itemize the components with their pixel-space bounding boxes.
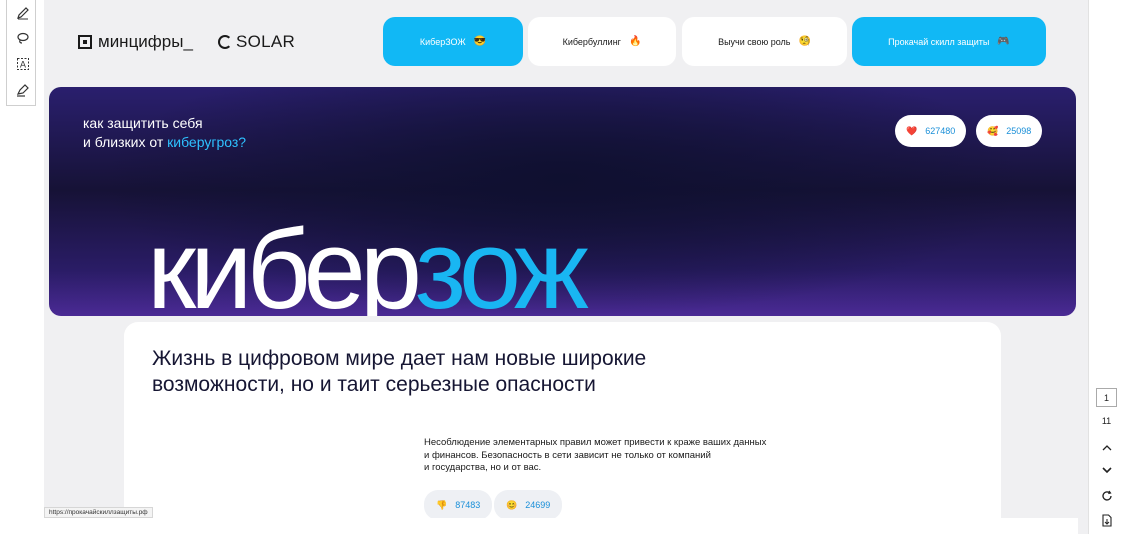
chevron-up-icon[interactable]: [1096, 440, 1117, 456]
nav-learn-role[interactable]: Выучи свою роль 🧐: [682, 17, 847, 66]
current-page-input[interactable]: 1: [1096, 388, 1117, 407]
content-title: Жизнь в цифровом мире дает нам новые шир…: [152, 347, 647, 396]
nav-kiberbulling[interactable]: Кибербуллинг 🔥: [528, 17, 676, 66]
nav-kiberzozh[interactable]: КиберЗОЖ 😎: [383, 17, 523, 66]
annotation-toolbar: A: [0, 0, 38, 534]
nav-label: КиберЗОЖ: [419, 36, 466, 47]
lasso-icon[interactable]: [14, 29, 32, 47]
refresh-icon[interactable]: [1096, 488, 1117, 504]
pen-icon[interactable]: [14, 4, 32, 22]
bottom-margin: [44, 518, 1078, 534]
nav-pump-skill[interactable]: Прокачай скилл защиты 🎮: [852, 17, 1046, 66]
dislike-count: 87483: [455, 500, 481, 510]
highlighter-icon[interactable]: [14, 81, 32, 99]
total-pages: 11: [1101, 416, 1112, 426]
cool-emoji-icon: 😎: [473, 36, 487, 47]
hero-banner: как защитить себя и близких от киберугро…: [49, 87, 1076, 316]
heart-emoji-icon: ❤️: [906, 125, 918, 136]
nav-label: Выучи свою роль: [718, 36, 791, 47]
fire-emoji-icon: 🔥: [628, 36, 642, 47]
hero-question-prefix: и близких от: [83, 134, 168, 150]
nav-label: Прокачай скилл защиты: [888, 36, 990, 47]
hero-wordmark-blue: зож: [414, 207, 589, 317]
content-text-line1: Несоблюдение элементарных правил может п…: [424, 437, 767, 448]
document-save-icon[interactable]: [1096, 512, 1117, 528]
mincifry-logo[interactable]: минцифры_: [78, 32, 193, 52]
content-text-line2: и финансов. Безопасность в сети зависит …: [424, 449, 711, 461]
smile-emoji-icon: 😊: [506, 499, 518, 510]
page-viewport: минцифры_ SOLAR КиберЗОЖ 😎 Кибербуллинг …: [44, 0, 1088, 534]
hero-question-line1: как защитить себя: [83, 115, 203, 131]
smiles-counter[interactable]: 🥰 25098: [976, 115, 1043, 147]
text-select-icon[interactable]: A: [14, 55, 32, 73]
hero-question-line2: и близких от киберугроз?: [83, 133, 246, 152]
hero-question-accent: киберугроз?: [167, 134, 247, 150]
hero-wordmark: киберзож: [147, 214, 589, 317]
gamepad-emoji-icon: 🎮: [997, 36, 1010, 47]
chevron-down-icon[interactable]: [1096, 462, 1117, 478]
svg-text:A: A: [20, 61, 27, 71]
pdf-navigation: 1 11: [1088, 0, 1123, 534]
mincifry-logo-icon: [78, 35, 92, 49]
annotation-tool-group: A: [6, 0, 36, 106]
content-text-line3: и государства, но и от вас.: [424, 462, 542, 473]
reaction-smile[interactable]: 😊 24699: [494, 490, 563, 520]
content-text: Несоблюдение элементарных правил может п…: [424, 437, 824, 475]
likes-count: 627480: [925, 126, 956, 136]
smiling-hearts-emoji-icon: 🥰: [987, 125, 999, 136]
reaction-dislike[interactable]: 👎 87483: [424, 490, 493, 520]
hero-wordmark-white: кибер: [147, 207, 421, 317]
solar-logo[interactable]: SOLAR: [218, 32, 295, 52]
nav-label: Кибербуллинг: [562, 36, 621, 47]
smile-count: 24699: [525, 500, 551, 510]
smiles-count: 25098: [1006, 126, 1032, 136]
likes-counter[interactable]: ❤️ 627480: [895, 115, 967, 147]
solar-logo-icon: [218, 35, 232, 49]
hero-question: как защитить себя и близких от киберугро…: [83, 114, 246, 152]
monocle-emoji-icon: 🧐: [798, 36, 811, 47]
mincifry-logo-text: минцифры_: [98, 32, 193, 51]
thumbs-down-emoji-icon: 👎: [436, 499, 448, 510]
solar-logo-text: SOLAR: [236, 32, 296, 51]
content-card: Жизнь в цифровом мире дает нам новые шир…: [124, 322, 1001, 534]
status-link-url: https://прокачайскиллзащиты.рф: [44, 507, 153, 518]
